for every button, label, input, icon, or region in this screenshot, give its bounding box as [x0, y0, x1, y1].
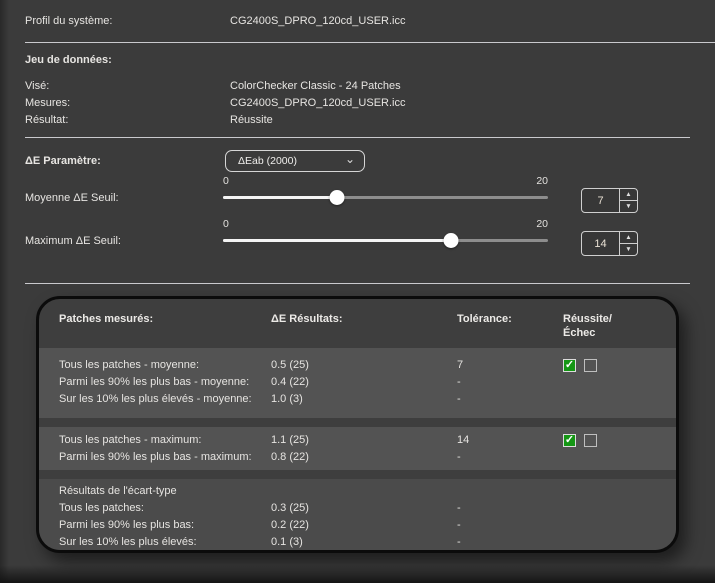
row-de-value: 1.0 (3) — [271, 391, 457, 408]
column-header-passfail-line2: Échec — [563, 327, 595, 339]
results-group-stddev: Résultats de l'écart-type Tous les patch… — [39, 479, 676, 550]
validation-report-screen: { "colors": { "pass_green": "#149614", "… — [0, 0, 715, 583]
arrow-down-icon: ▼ — [625, 203, 631, 210]
pass-checkbox[interactable]: ✓ — [563, 359, 576, 372]
slider-max-label: 20 — [536, 175, 548, 187]
slider-fill — [223, 196, 337, 199]
slider-thumb[interactable] — [443, 233, 458, 248]
row-de-value: 0.3 (25) — [271, 500, 457, 517]
row-de-value: 0.2 (22) — [271, 517, 457, 534]
system-profile-label: Profil du système: — [25, 15, 112, 27]
max-threshold-slider[interactable]: 0 20 — [223, 218, 548, 244]
measures-label: Mesures: — [25, 97, 70, 109]
table-row: Tous les patches - maximum: 1.1 (25) 14 … — [39, 432, 676, 449]
table-row: Sur les 10% les plus élevés: 0.1 (3) - — [39, 534, 676, 551]
table-row: Tous les patches - moyenne: 0.5 (25) 7 ✓ — [39, 357, 676, 374]
table-row: Parmi les 90% les plus bas: 0.2 (22) - — [39, 517, 676, 534]
row-tolerance-value: - — [457, 449, 563, 466]
slider-track[interactable] — [223, 196, 548, 199]
spinner-up-button[interactable]: ▲ — [620, 189, 637, 200]
row-de-value: 0.1 (3) — [271, 534, 457, 551]
row-label: Parmi les 90% les plus bas - maximum: — [59, 449, 271, 466]
row-de-value: 0.5 (25) — [271, 357, 457, 374]
row-label: Sur les 10% les plus élevés: — [59, 534, 271, 551]
table-row: Parmi les 90% les plus bas - maximum: 0.… — [39, 449, 676, 466]
check-icon: ✓ — [565, 435, 574, 446]
mean-threshold-slider[interactable]: 0 20 — [223, 175, 548, 201]
arrow-down-icon: ▼ — [625, 246, 631, 253]
fail-checkbox[interactable] — [584, 434, 597, 447]
slider-fill — [223, 239, 451, 242]
target-value: ColorChecker Classic - 24 Patches — [230, 80, 401, 92]
row-tolerance-value: 7 — [457, 357, 563, 374]
result-value: Réussite — [230, 114, 273, 126]
delta-e-parameter-label: ΔE Paramètre: — [25, 155, 101, 167]
dataset-section-title: Jeu de données: — [25, 54, 112, 66]
mean-threshold-label: Moyenne ΔE Seuil: — [25, 192, 119, 204]
table-row: Résultats de l'écart-type — [39, 483, 676, 500]
row-tolerance-value: - — [457, 374, 563, 391]
column-header-de-results: ΔE Résultats: — [271, 313, 342, 325]
chevron-down-icon: ⌄ — [345, 154, 355, 164]
column-header-passfail-line1: Réussite/ — [563, 313, 612, 325]
column-header-tolerance: Tolérance: — [457, 313, 512, 325]
row-tolerance-value: 14 — [457, 432, 563, 449]
mean-threshold-value[interactable]: 7 — [582, 189, 619, 212]
max-threshold-spinner[interactable]: 14 ▲ ▼ — [581, 231, 638, 256]
row-tolerance-value: - — [457, 534, 563, 551]
table-row: Parmi les 90% les plus bas - moyenne: 0.… — [39, 374, 676, 391]
divider — [25, 283, 690, 284]
row-de-value: 0.4 (22) — [271, 374, 457, 391]
row-label: Tous les patches - moyenne: — [59, 357, 271, 374]
row-tolerance-value: - — [457, 517, 563, 534]
window-left-shadow — [0, 0, 9, 583]
column-header-patches: Patches mesurés: — [59, 313, 153, 325]
arrow-up-icon: ▲ — [625, 191, 631, 198]
check-icon: ✓ — [565, 360, 574, 371]
max-threshold-value[interactable]: 14 — [582, 232, 619, 255]
results-group-mean: Tous les patches - moyenne: 0.5 (25) 7 ✓… — [39, 348, 676, 418]
arrow-up-icon: ▲ — [625, 234, 631, 241]
slider-max-label: 20 — [536, 218, 548, 230]
table-row: Sur les 10% les plus élevés - moyenne: 1… — [39, 391, 676, 408]
row-tolerance-value: - — [457, 500, 563, 517]
spinner-down-button[interactable]: ▼ — [620, 243, 637, 255]
row-tolerance-value: - — [457, 391, 563, 408]
row-label: Tous les patches: — [59, 500, 271, 517]
results-group-max: Tous les patches - maximum: 1.1 (25) 14 … — [39, 427, 676, 470]
measures-value: CG2400S_DPRO_120cd_USER.icc — [230, 97, 405, 109]
result-label: Résultat: — [25, 114, 68, 126]
slider-min-label: 0 — [223, 175, 229, 187]
table-row: Tous les patches: 0.3 (25) - — [39, 500, 676, 517]
row-de-value: 1.1 (25) — [271, 432, 457, 449]
row-label: Parmi les 90% les plus bas - moyenne: — [59, 374, 271, 391]
results-panel: Patches mesurés: ΔE Résultats: Tolérance… — [36, 296, 679, 553]
passfail-checkboxes: ✓ — [563, 432, 676, 449]
row-label: Parmi les 90% les plus bas: — [59, 517, 271, 534]
group-title: Résultats de l'écart-type — [59, 483, 271, 500]
slider-min-label: 0 — [223, 218, 229, 230]
divider — [25, 42, 715, 43]
system-profile-value: CG2400S_DPRO_120cd_USER.icc — [230, 15, 405, 27]
spinner-up-button[interactable]: ▲ — [620, 232, 637, 243]
row-de-value: 0.8 (22) — [271, 449, 457, 466]
divider — [25, 137, 690, 138]
max-threshold-label: Maximum ΔE Seuil: — [25, 235, 121, 247]
fail-checkbox[interactable] — [584, 359, 597, 372]
pass-checkbox[interactable]: ✓ — [563, 434, 576, 447]
row-label: Sur les 10% les plus élevés - moyenne: — [59, 391, 271, 408]
delta-e-parameter-selected-value: ΔEab (2000) — [238, 155, 297, 167]
spinner-down-button[interactable]: ▼ — [620, 200, 637, 212]
row-label: Tous les patches - maximum: — [59, 432, 271, 449]
window-bottom-shadow — [0, 565, 715, 583]
passfail-checkboxes: ✓ — [563, 357, 676, 374]
target-label: Visé: — [25, 80, 49, 92]
slider-thumb[interactable] — [329, 190, 344, 205]
slider-track[interactable] — [223, 239, 548, 242]
mean-threshold-spinner[interactable]: 7 ▲ ▼ — [581, 188, 638, 213]
delta-e-parameter-dropdown[interactable]: ΔEab (2000) ⌄ — [225, 150, 365, 172]
